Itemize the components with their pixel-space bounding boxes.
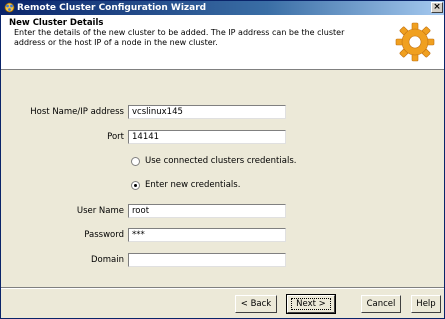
host-label: Host Name/IP address (30, 107, 124, 117)
port-input[interactable]: 14141 (128, 130, 286, 144)
username-label: User Name (76, 206, 124, 216)
password-label: Password (84, 230, 124, 240)
footer-separator (1, 287, 444, 289)
next-button[interactable]: Next > (286, 294, 336, 314)
radio-new-label[interactable]: Enter new credentials. (145, 180, 240, 190)
gear-icon (395, 22, 435, 62)
password-input[interactable]: *** (128, 228, 286, 242)
port-label: Port (107, 132, 124, 142)
wizard-header: New Cluster Details Enter the details of… (1, 15, 444, 70)
back-button[interactable]: < Back (235, 295, 277, 313)
page-description: Enter the details of the new cluster to … (14, 28, 345, 47)
close-icon: × (433, 2, 441, 12)
radio-connected-label[interactable]: Use connected clusters credentials. (145, 156, 296, 166)
title-bar[interactable]: Remote Cluster Configuration Wizard × (1, 1, 444, 15)
close-button[interactable]: × (431, 2, 443, 13)
next-button-label: Next > (291, 298, 331, 310)
help-button[interactable]: Help (411, 295, 441, 313)
radio-new-credentials[interactable] (131, 181, 140, 190)
page-title: New Cluster Details (9, 18, 104, 28)
radio-selected-dot (134, 184, 137, 187)
cancel-button[interactable]: Cancel (361, 295, 401, 313)
cluster-app-icon (4, 2, 15, 13)
username-input[interactable]: root (128, 204, 286, 218)
domain-label: Domain (91, 255, 124, 265)
host-input[interactable]: vcslinux145 (128, 105, 286, 119)
wizard-window: Remote Cluster Configuration Wizard × Ne… (0, 0, 445, 319)
window-title: Remote Cluster Configuration Wizard (17, 3, 207, 13)
radio-connected-credentials[interactable] (131, 157, 140, 166)
domain-input[interactable] (128, 253, 286, 267)
